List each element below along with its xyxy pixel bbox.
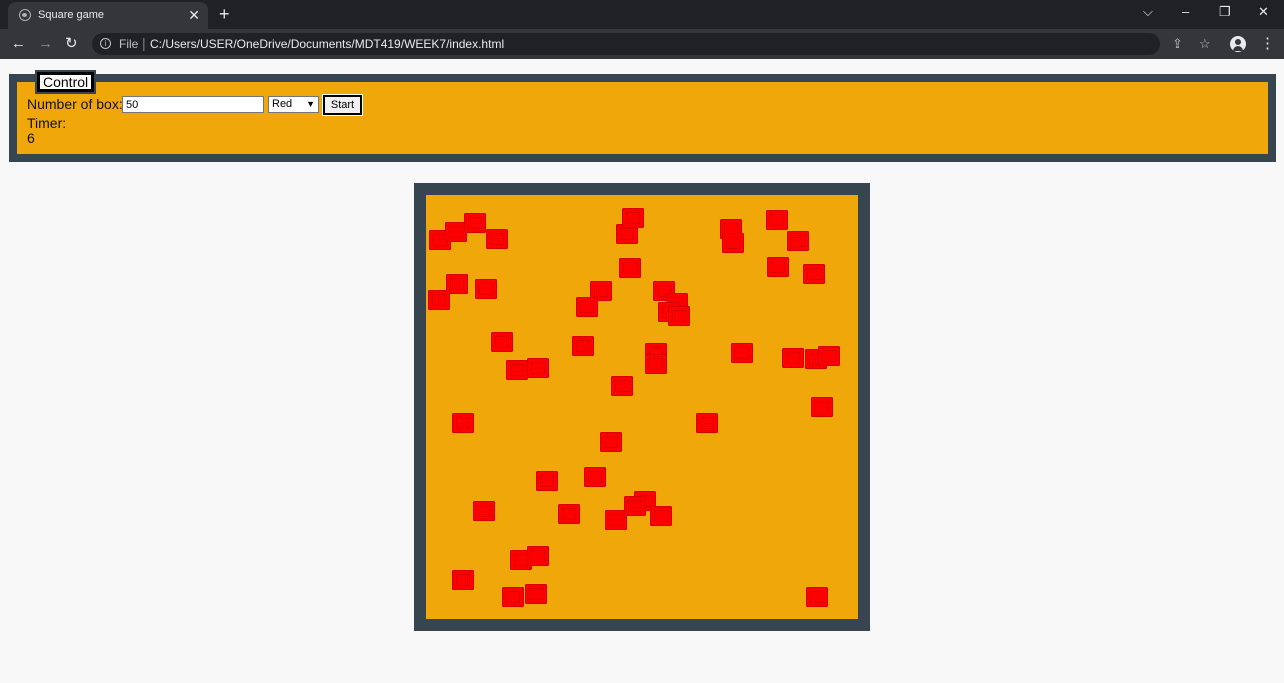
red-square[interactable] bbox=[650, 506, 672, 526]
red-square[interactable] bbox=[806, 587, 828, 607]
red-square[interactable] bbox=[696, 413, 718, 433]
control-legend: Control bbox=[34, 70, 97, 94]
red-square[interactable] bbox=[811, 397, 833, 417]
red-square[interactable] bbox=[576, 297, 598, 317]
red-square[interactable] bbox=[668, 306, 690, 326]
red-square[interactable] bbox=[452, 413, 474, 433]
share-icon[interactable]: ⇪ bbox=[1172, 37, 1183, 51]
reload-button[interactable]: ↻ bbox=[65, 35, 78, 53]
timer-label: Timer: bbox=[27, 115, 67, 131]
red-square[interactable] bbox=[818, 346, 840, 366]
red-square[interactable] bbox=[486, 229, 508, 249]
back-button[interactable]: ← bbox=[11, 35, 26, 53]
red-square[interactable] bbox=[645, 354, 667, 374]
red-square[interactable] bbox=[558, 504, 580, 524]
chevron-down-icon: ▼ bbox=[306, 99, 315, 109]
red-square[interactable] bbox=[767, 257, 789, 277]
close-window-button[interactable]: ✕ bbox=[1258, 4, 1269, 20]
new-tab-button[interactable]: + bbox=[219, 4, 230, 24]
red-square[interactable] bbox=[731, 343, 753, 363]
red-square[interactable] bbox=[782, 348, 804, 368]
url-text[interactable]: C:/Users/USER/OneDrive/Documents/MDT419/… bbox=[150, 37, 504, 51]
red-square[interactable] bbox=[525, 584, 547, 604]
red-square[interactable] bbox=[766, 210, 788, 230]
info-icon[interactable]: i bbox=[100, 38, 111, 49]
red-square[interactable] bbox=[527, 358, 549, 378]
profile-icon[interactable] bbox=[1230, 36, 1246, 52]
red-square[interactable] bbox=[722, 233, 744, 253]
red-square[interactable] bbox=[473, 501, 495, 521]
red-square[interactable] bbox=[428, 290, 450, 310]
red-square[interactable] bbox=[506, 360, 528, 380]
red-square[interactable] bbox=[475, 279, 497, 299]
red-square[interactable] bbox=[491, 332, 513, 352]
red-square[interactable] bbox=[572, 336, 594, 356]
number-of-box-input[interactable] bbox=[122, 96, 264, 113]
red-square[interactable] bbox=[464, 213, 486, 233]
red-square[interactable] bbox=[787, 231, 809, 251]
control-fieldset: Control Number of box: Red ▼ Start Timer… bbox=[9, 70, 1276, 162]
address-bar[interactable]: i File | C:/Users/USER/OneDrive/Document… bbox=[92, 33, 1211, 55]
file-label: File bbox=[119, 37, 139, 51]
browser-tab-bar: Square game ✕ + ⌵ – ❐ ✕ bbox=[0, 0, 1284, 29]
red-square[interactable] bbox=[622, 208, 644, 228]
browser-tab[interactable]: Square game ✕ bbox=[8, 2, 208, 29]
red-square[interactable] bbox=[502, 587, 524, 607]
color-select[interactable]: Red ▼ bbox=[268, 96, 319, 113]
minimize-button[interactable]: – bbox=[1182, 4, 1189, 20]
restore-button[interactable]: ❐ bbox=[1219, 4, 1231, 20]
game-area bbox=[414, 183, 870, 631]
url-separator: | bbox=[142, 35, 146, 51]
menu-icon[interactable]: ⋮ bbox=[1260, 35, 1275, 53]
forward-button[interactable]: → bbox=[38, 35, 53, 53]
number-of-box-label: Number of box: bbox=[27, 96, 123, 112]
close-tab-icon[interactable]: ✕ bbox=[188, 7, 200, 23]
red-square[interactable] bbox=[536, 471, 558, 491]
bookmark-star-icon[interactable]: ☆ bbox=[1199, 37, 1211, 51]
red-square[interactable] bbox=[600, 432, 622, 452]
color-select-value: Red bbox=[272, 98, 293, 110]
start-button[interactable]: Start bbox=[322, 94, 363, 116]
red-square[interactable] bbox=[452, 570, 474, 590]
red-square[interactable] bbox=[624, 496, 646, 516]
red-square[interactable] bbox=[803, 264, 825, 284]
red-square[interactable] bbox=[527, 546, 549, 566]
red-square[interactable] bbox=[584, 467, 606, 487]
tab-search-icon[interactable]: ⌵ bbox=[1143, 4, 1153, 20]
red-square[interactable] bbox=[611, 376, 633, 396]
globe-icon bbox=[19, 9, 31, 21]
timer-value: 6 bbox=[27, 130, 35, 146]
tab-title: Square game bbox=[38, 9, 105, 21]
browser-toolbar: ← → ↻ i File | C:/Users/USER/OneDrive/Do… bbox=[0, 29, 1284, 59]
red-square[interactable] bbox=[619, 258, 641, 278]
